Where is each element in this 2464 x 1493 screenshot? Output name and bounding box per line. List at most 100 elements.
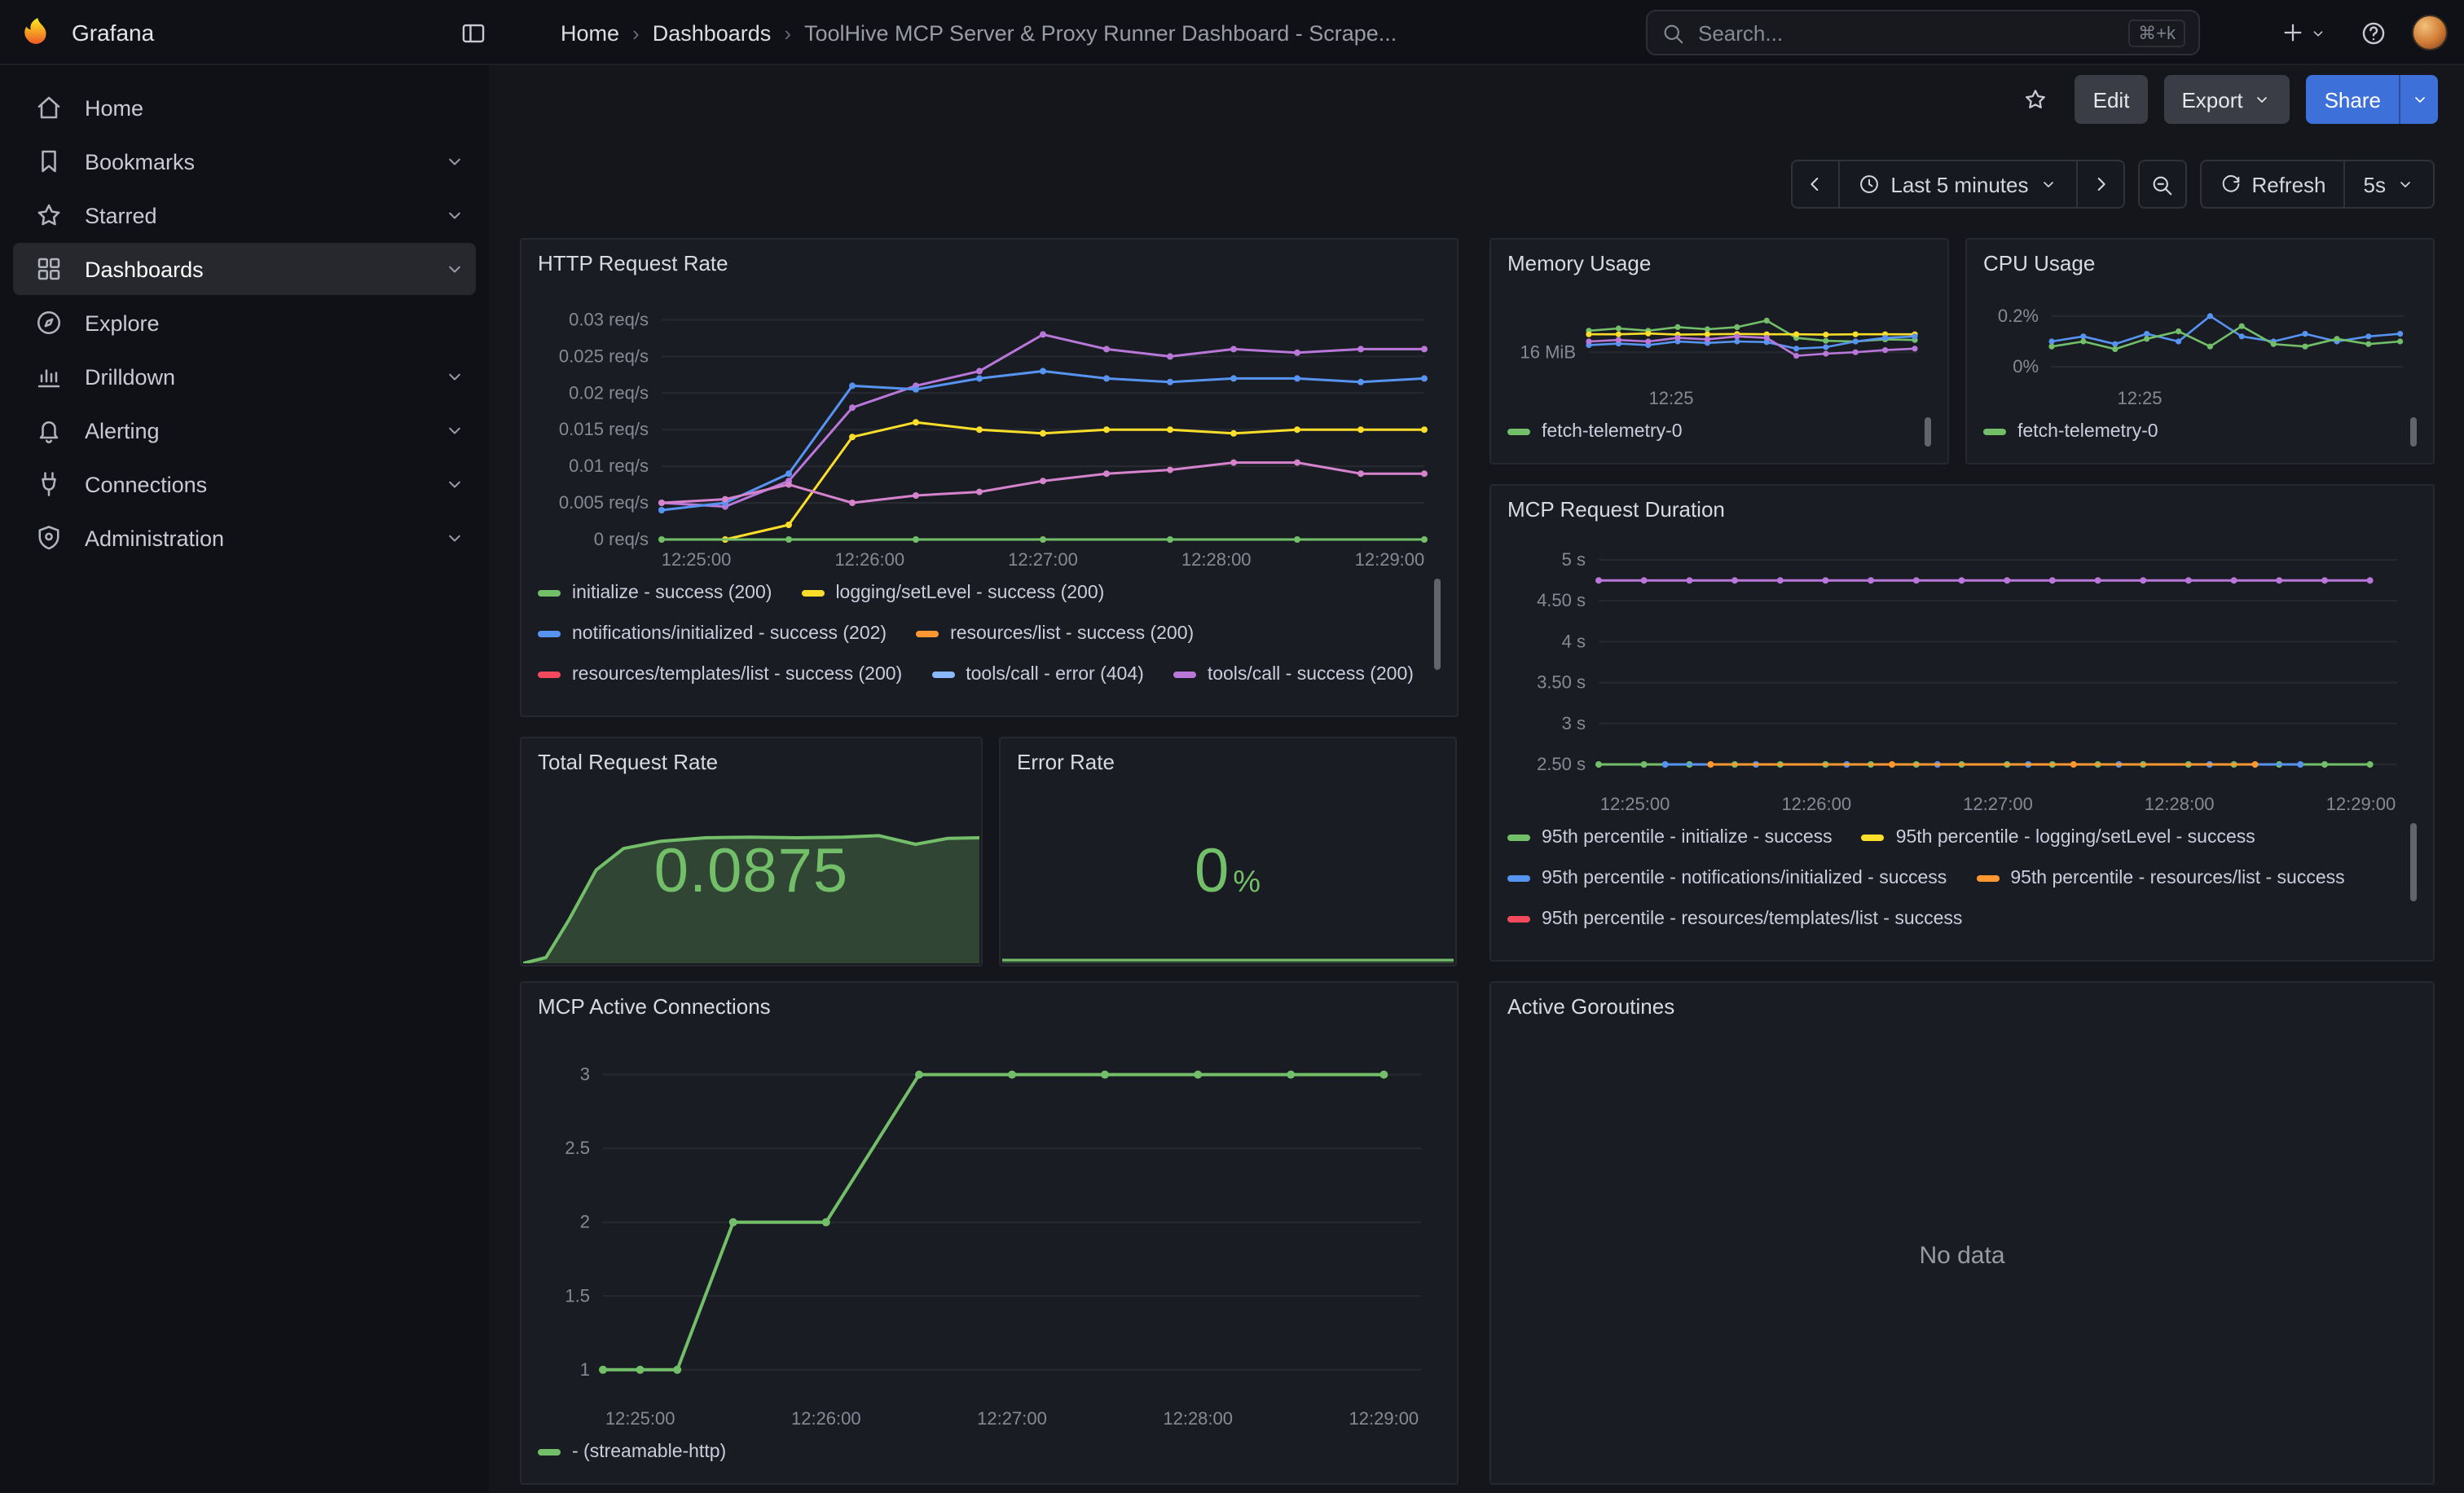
panel-title-button[interactable]: Total Request Rate: [521, 738, 981, 784]
chart-cpu-svg: 0.2%0%12:25: [1980, 285, 2420, 414]
time-shift-forward-button[interactable]: [2075, 160, 2124, 209]
share-button[interactable]: Share: [2307, 75, 2399, 124]
chevron-down-icon[interactable]: [443, 419, 466, 442]
share-menu-button[interactable]: [2399, 75, 2438, 124]
svg-text:0.005 req/s: 0.005 req/s: [559, 492, 649, 513]
svg-text:3.50 s: 3.50 s: [1537, 672, 1586, 693]
stat-body: 0%: [1001, 784, 1455, 965]
legend-item[interactable]: resources/templates/list - success (200): [538, 657, 902, 691]
legend-item[interactable]: 95th percentile - logging/setLevel - suc…: [1862, 820, 2255, 854]
panel-title-button[interactable]: Active Goroutines: [1491, 983, 2433, 1028]
panel-title-button[interactable]: Memory Usage: [1491, 240, 1947, 285]
chevron-left-icon: [1804, 173, 1827, 196]
panel-title-button[interactable]: CPU Usage: [1967, 240, 2433, 285]
http-request-rate-chart[interactable]: 0 req/s0.005 req/s0.01 req/s0.015 req/s0…: [535, 285, 1444, 575]
chevron-down-icon[interactable]: [443, 473, 466, 495]
legend-scrollbar[interactable]: [2410, 823, 2417, 901]
panel-toggle-icon: [459, 19, 486, 46]
zoom-out-button[interactable]: [2137, 160, 2186, 209]
legend-item[interactable]: tools/list - success (200): [538, 698, 773, 706]
legend-item[interactable]: 95th percentile - initialize - success: [1507, 820, 1833, 854]
legend-label: 95th percentile - notifications/initiali…: [1542, 868, 1947, 887]
refresh-button[interactable]: Refresh: [2199, 160, 2345, 209]
panel-title-button[interactable]: Error Rate: [1001, 738, 1455, 784]
legend-item[interactable]: 95th percentile - notifications/initiali…: [1507, 861, 1947, 895]
panel-title-button[interactable]: HTTP Request Rate: [521, 240, 1457, 285]
svg-text:12:29:00: 12:29:00: [1349, 1408, 1419, 1429]
time-shift-back-button[interactable]: [1791, 160, 1840, 209]
chevron-down-icon[interactable]: [443, 150, 466, 173]
chevron-down-icon[interactable]: [443, 526, 466, 549]
legend-item[interactable]: resources/list - success (200): [916, 616, 1194, 650]
chevron-down-icon[interactable]: [443, 258, 466, 280]
plug-icon: [34, 469, 64, 499]
breadcrumb-item[interactable]: Dashboards: [653, 20, 772, 45]
new-button[interactable]: [2273, 10, 2334, 55]
legend-item[interactable]: tools/call - success (200): [1173, 657, 1414, 691]
legend-label: notifications/initialized - success (202…: [572, 623, 887, 643]
legend-label: 95th percentile - resources/templates/li…: [1542, 909, 1962, 928]
refresh-interval-picker[interactable]: 5s: [2344, 160, 2435, 209]
export-button[interactable]: Export: [2163, 75, 2290, 124]
legend-item[interactable]: tools/call - error (404): [931, 657, 1144, 691]
series-color-swatch: [1507, 915, 1530, 922]
legend-item[interactable]: fetch-telemetry-0: [1983, 414, 2158, 448]
search-box[interactable]: ⌘+k: [1646, 10, 2200, 55]
legend-item[interactable]: - (streamable-http): [538, 1434, 726, 1469]
panel-title-button[interactable]: MCP Active Connections: [521, 983, 1457, 1028]
sidebar-item-dashboards[interactable]: Dashboards: [13, 243, 476, 295]
svg-text:12:27:00: 12:27:00: [977, 1408, 1047, 1429]
sidebar-item-explore[interactable]: Explore: [13, 297, 476, 349]
legend-label: tools/list - success (200): [572, 705, 773, 706]
time-range-picker[interactable]: Last 5 minutes: [1838, 160, 2077, 209]
legend-item[interactable]: notifications/initialized - success (202…: [538, 616, 887, 650]
svg-text:12:25:00: 12:25:00: [662, 549, 732, 570]
legend-item[interactable]: fetch-telemetry-0: [1507, 414, 1683, 448]
chevron-down-icon[interactable]: [443, 365, 466, 388]
mcp-active-connections-chart[interactable]: 11.522.5312:25:0012:26:0012:27:0012:28:0…: [535, 1028, 1444, 1434]
legend-item[interactable]: 95th percentile - resources/list - succe…: [1976, 861, 2344, 895]
sidebar-toggle-button[interactable]: [450, 10, 495, 55]
sidebar-item-home[interactable]: Home: [13, 81, 476, 134]
sidebar: HomeBookmarksStarredDashboardsExplore Dri…: [0, 65, 489, 1493]
legend-item[interactable]: initialize - success (200): [538, 575, 772, 610]
avatar[interactable]: [2412, 15, 2448, 51]
favorite-star-button[interactable]: [2013, 77, 2059, 122]
sidebar-item-label: Drilldown: [85, 364, 443, 389]
sidebar-item-bookmarks[interactable]: Bookmarks: [13, 135, 476, 187]
chart-conn-svg: 11.522.5312:25:0012:26:0012:27:0012:28:0…: [535, 1028, 1444, 1434]
breadcrumb-separator: ›: [784, 20, 791, 45]
sidebar-item-starred[interactable]: Starred: [13, 189, 476, 241]
mcp-request-duration-chart[interactable]: 2.50 s3 s3.50 s4 s4.50 s5 s12:25:0012:26…: [1504, 531, 2420, 820]
breadcrumb-item[interactable]: Home: [561, 20, 619, 45]
sidebar-item-label: Connections: [85, 472, 443, 496]
search-input[interactable]: [1698, 20, 2115, 45]
legend-scrollbar[interactable]: [1434, 579, 1441, 670]
chevron-down-icon[interactable]: [443, 204, 466, 227]
breadcrumb-separator: ›: [632, 20, 640, 45]
grafana-logo[interactable]: [20, 15, 55, 51]
sidebar-item-drilldown[interactable]: Drilldown: [13, 350, 476, 403]
cpu-usage-chart[interactable]: 0.2%0%12:25: [1980, 285, 2420, 414]
chevron-down-icon: [2253, 90, 2273, 109]
legend-scrollbar[interactable]: [2410, 417, 2417, 447]
sidebar-item-administration[interactable]: Administration: [13, 512, 476, 564]
svg-text:12:29:00: 12:29:00: [2326, 794, 2396, 814]
edit-button[interactable]: Edit: [2075, 75, 2148, 124]
help-button[interactable]: [2350, 10, 2396, 55]
legend-item[interactable]: logging/setLevel - success (200): [801, 575, 1104, 610]
sidebar-item-connections[interactable]: Connections: [13, 458, 476, 510]
legend-label: tools/call - success (200): [1208, 664, 1414, 684]
sidebar-item-alerting[interactable]: Alerting: [13, 404, 476, 456]
series-color-swatch: [801, 589, 824, 596]
svg-text:12:25: 12:25: [2117, 388, 2162, 408]
legend-label: - (streamable-http): [572, 1442, 726, 1461]
svg-text:2: 2: [580, 1212, 590, 1232]
memory-usage-chart[interactable]: 16 MiB12:25: [1504, 285, 1934, 414]
panel-title-button[interactable]: MCP Request Duration: [1491, 486, 2433, 531]
series-color-swatch: [1173, 671, 1196, 677]
legend-scrollbar[interactable]: [1925, 417, 1931, 447]
svg-text:16 MiB: 16 MiB: [1520, 341, 1576, 362]
legend-item[interactable]: unknown - success (200): [803, 698, 1045, 706]
legend-item[interactable]: 95th percentile - resources/templates/li…: [1507, 901, 1962, 936]
